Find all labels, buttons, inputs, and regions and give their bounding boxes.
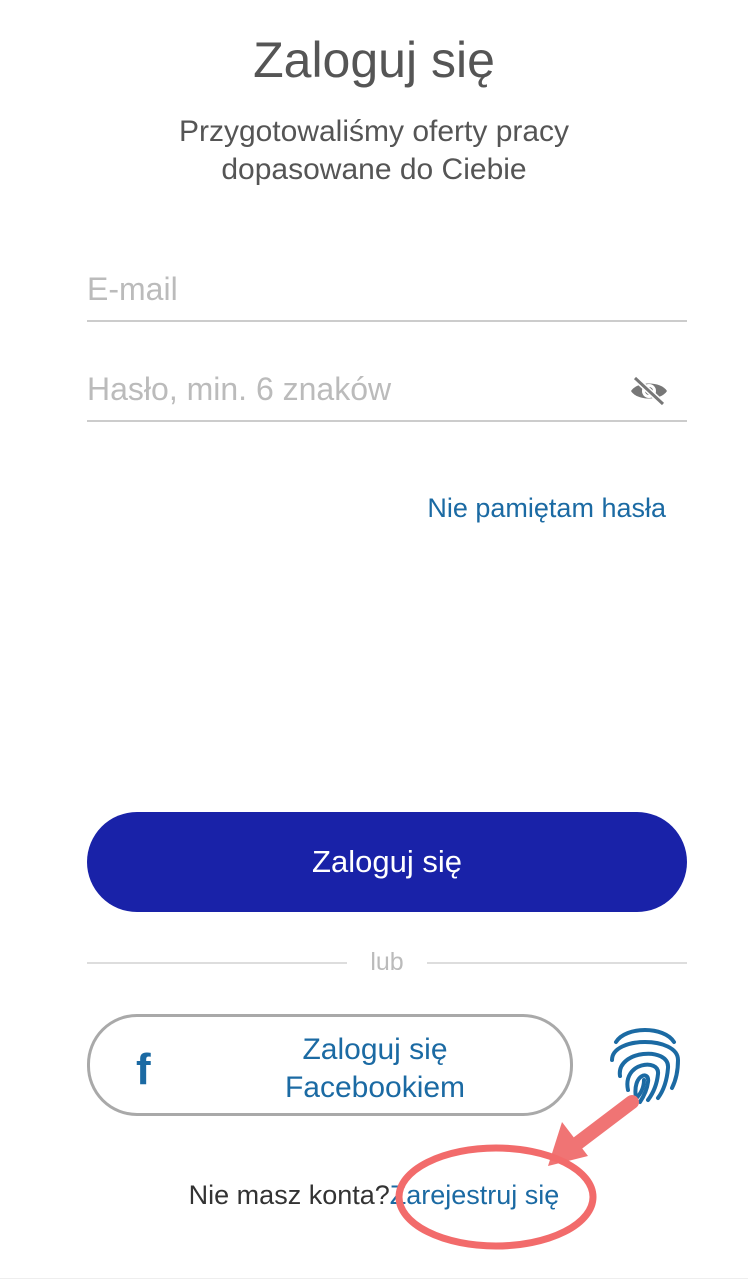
no-account-text: Nie masz konta?	[188, 1180, 390, 1210]
register-prompt: Nie masz konta?Zarejestruj się	[0, 1180, 748, 1211]
email-field-container	[87, 264, 687, 322]
fingerprint-icon[interactable]	[606, 1020, 684, 1106]
password-field[interactable]	[87, 364, 607, 414]
password-field-container	[87, 364, 687, 422]
facebook-login-button[interactable]: f Zaloguj się Facebookiem	[87, 1014, 573, 1116]
divider-line-left	[87, 962, 347, 964]
forgot-password-link[interactable]: Nie pamiętam hasła	[427, 493, 666, 524]
divider-label: lub	[370, 948, 404, 976]
or-divider: lub	[87, 948, 687, 978]
facebook-label-line-2: Facebookiem	[284, 1071, 466, 1104]
subtitle-line-2: dopasowane do Ciebie	[221, 153, 527, 186]
annotation-arrow	[548, 1095, 639, 1166]
eye-off-icon[interactable]	[629, 375, 669, 407]
register-link[interactable]: Zarejestruj się	[390, 1180, 560, 1210]
email-field[interactable]	[87, 264, 607, 314]
facebook-label-line-1: Zaloguj się	[302, 1033, 448, 1066]
page-subtitle: Przygotowaliśmy oferty pracy dopasowane …	[0, 113, 748, 189]
facebook-icon: f	[136, 1045, 151, 1094]
login-button[interactable]: Zaloguj się	[87, 812, 687, 912]
divider-line-right	[427, 962, 687, 964]
facebook-login-label: Zaloguj się Facebookiem	[210, 1031, 540, 1107]
subtitle-line-1: Przygotowaliśmy oferty pracy	[178, 115, 570, 148]
bottom-divider	[0, 1278, 748, 1279]
page-title: Zaloguj się	[253, 32, 495, 88]
